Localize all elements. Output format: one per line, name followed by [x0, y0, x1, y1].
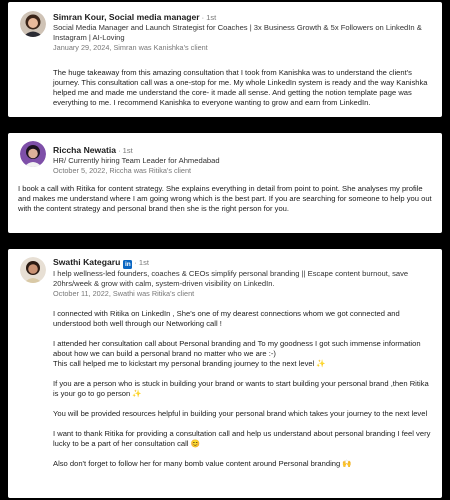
- paragraph: This call helped me to kickstart my pers…: [53, 359, 326, 368]
- connection-degree: · 1st: [134, 258, 149, 267]
- recommendation-meta: October 11, 2022, Swathi was Ritika's cl…: [53, 289, 195, 298]
- avatar[interactable]: [20, 141, 46, 167]
- paragraph: I connected with Ritika on LinkedIn , Sh…: [53, 309, 400, 328]
- recommendation-card: Swathi Kategaru in · 1st I help wellness-l…: [8, 249, 442, 498]
- paragraph: If you are a person who is stuck in buil…: [53, 379, 429, 398]
- recommendation-meta: January 29, 2024, Simran was Kanishka's …: [53, 43, 208, 52]
- author-name[interactable]: Swathi Kategaru: [53, 257, 120, 267]
- author-name[interactable]: Riccha Newatia: [53, 145, 116, 155]
- recommendation-card: Simran Kour, Social media manager · 1st S…: [8, 2, 442, 117]
- recommendation-meta: October 5, 2022, Riccha was Ritika's cli…: [53, 166, 192, 175]
- connection-degree: · 1st: [201, 13, 217, 22]
- linkedin-premium-icon: in: [123, 260, 133, 269]
- paragraph: I book a call with Ritika for content st…: [18, 184, 432, 213]
- recommendation-card: Riccha Newatia · 1st HR/ Currently hiring…: [8, 133, 442, 233]
- avatar[interactable]: [20, 257, 46, 283]
- avatar[interactable]: [20, 11, 46, 37]
- author-headline: I help wellness-led founders, coaches & …: [53, 269, 409, 288]
- author-name[interactable]: Simran Kour, Social media manager: [53, 12, 200, 22]
- author-headline: HR/ Currently hiring Team Leader for Ahm…: [53, 156, 220, 165]
- author-headline: Social Media Manager and Launch Strategi…: [53, 23, 422, 42]
- paragraph: The huge takeaway from this amazing cons…: [53, 68, 428, 107]
- paragraph: I want to thank Ritika for providing a c…: [53, 429, 431, 448]
- recommendation-text: The huge takeaway from this amazing cons…: [53, 68, 434, 108]
- paragraph: I attended her consultation call about P…: [53, 339, 421, 358]
- recommendation-text: I book a call with Ritika for content st…: [18, 184, 434, 214]
- recommendation-text: I connected with Ritika on LinkedIn , Sh…: [53, 309, 434, 469]
- paragraph: You will be provided resources helpful i…: [53, 409, 428, 418]
- connection-degree: · 1st: [118, 146, 133, 155]
- paragraph: Also don't forget to follow her for many…: [53, 459, 352, 468]
